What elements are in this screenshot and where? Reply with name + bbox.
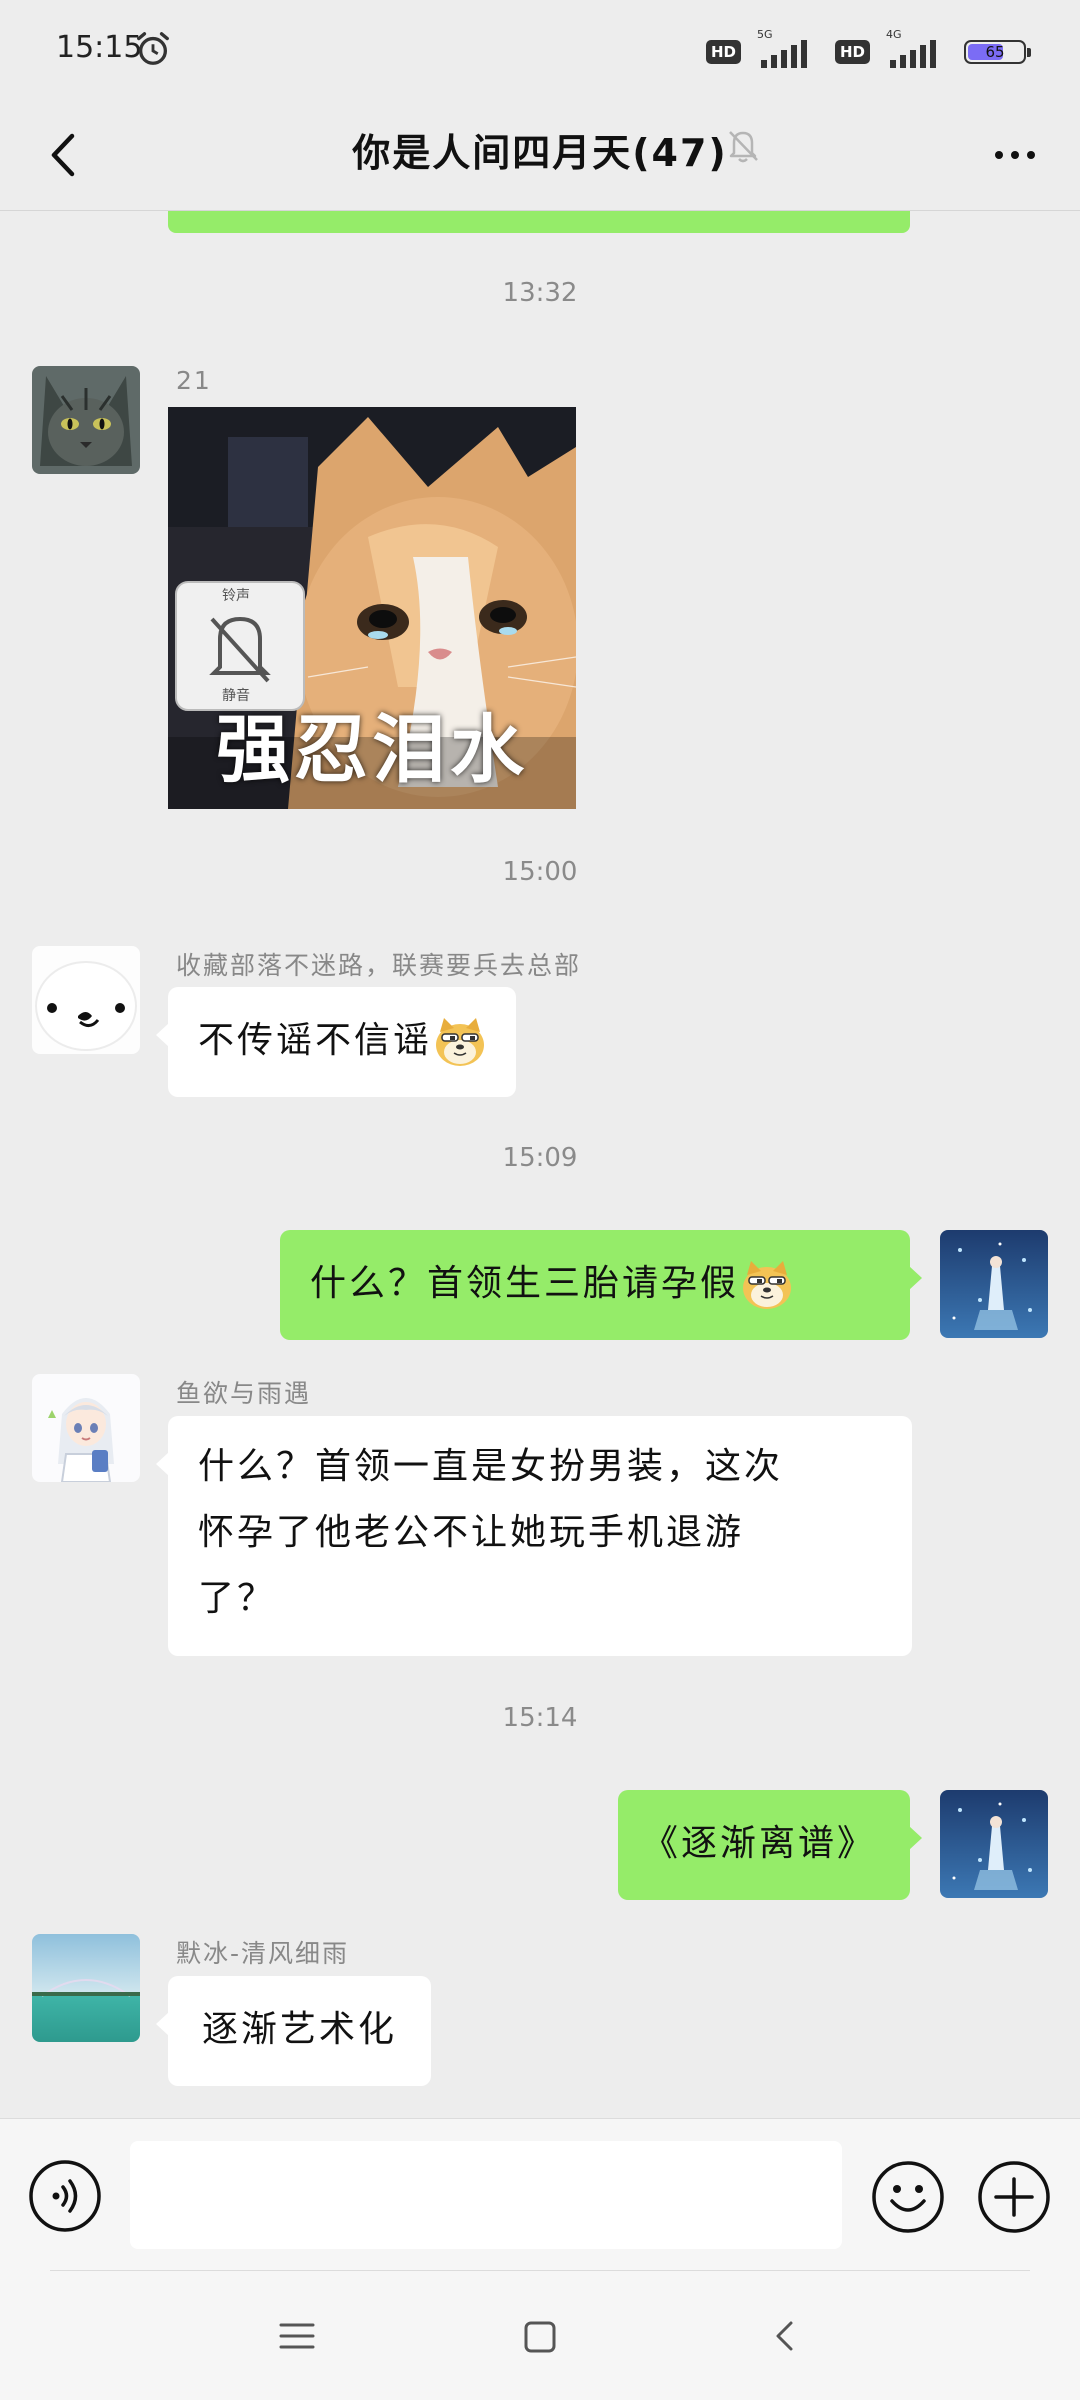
avatar[interactable] <box>32 1934 140 2042</box>
my-avatar[interactable] <box>940 1790 1048 1898</box>
message-text: 逐渐艺术化 <box>202 2009 398 2050</box>
chat-title[interactable]: 你是人间四月天(47) <box>0 122 1080 177</box>
message-bubble-outgoing[interactable]: 什么？首领生三胎请孕假 <box>280 1230 922 1340</box>
home-icon[interactable] <box>514 2311 566 2363</box>
chat-messages[interactable]: 13:32 21 铃声 静音 强忍泪水 15:00 收藏部落不迷路，联赛要兵去总… <box>0 211 1080 2117</box>
status-time: 15:15 <box>56 30 143 65</box>
sender-name: 21 <box>176 366 212 395</box>
message-text: 《逐渐离谱》 <box>642 1823 877 1864</box>
alarm-icon <box>137 32 169 65</box>
avatar[interactable] <box>32 366 140 474</box>
message-text-line: 什么？首领一直是女扮男装，这次 <box>198 1446 784 1487</box>
sticker-image[interactable]: 铃声 静音 强忍泪水 <box>168 407 576 809</box>
back-icon[interactable] <box>760 2311 810 2361</box>
system-nav-bar <box>0 2271 1080 2400</box>
voice-icon[interactable] <box>28 2159 102 2233</box>
sticker-icon-top: 铃声 <box>222 588 250 604</box>
message-bubble[interactable]: 不传谣不信谣 <box>156 987 517 1097</box>
chat-header: 你是人间四月天(47) <box>0 100 1080 211</box>
message-bubble-outgoing[interactable]: 《逐渐离谱》 <box>618 1790 922 1900</box>
sender-name: 收藏部落不迷路，联赛要兵去总部 <box>176 951 582 980</box>
timestamp: 15:00 <box>502 857 578 887</box>
avatar[interactable] <box>32 1374 140 1482</box>
hd-badge: HD <box>705 40 741 64</box>
avatar[interactable] <box>32 946 140 1054</box>
message-text: 什么？首领生三胎请孕假 <box>310 1263 740 1304</box>
input-bar <box>0 2118 1080 2271</box>
sender-name: 默冰-清风细雨 <box>176 1939 350 1968</box>
battery-level: 65 <box>985 43 1005 61</box>
more-dots-icon[interactable] <box>980 120 1050 190</box>
status-bar: 15:15 HD 5G HD 4G 65 <box>0 0 1080 100</box>
message-text-line: 怀孕了他老公不让她玩手机退游 <box>198 1512 745 1553</box>
battery-icon: 65 <box>964 40 1031 64</box>
bell-off-icon <box>729 131 758 163</box>
message-input[interactable] <box>130 2141 842 2249</box>
signal-5g-icon: 5G <box>751 28 825 70</box>
sender-name: 鱼欲与雨遇 <box>176 1379 312 1408</box>
timestamp: 15:09 <box>502 1143 578 1173</box>
my-avatar[interactable] <box>940 1230 1048 1338</box>
status-icons: HD 5G HD 4G 65 <box>705 28 1031 72</box>
signal-4g-icon: 4G <box>880 28 954 70</box>
message-bubble[interactable]: 逐渐艺术化 <box>156 1976 432 2086</box>
message-bubble[interactable]: 什么？首领一直是女扮男装，这次 怀孕了他老公不让她玩手机退游 了？ <box>156 1416 912 1656</box>
plus-icon[interactable] <box>976 2159 1052 2235</box>
menu-icon[interactable] <box>272 2311 322 2361</box>
sticker-caption: 强忍泪水 <box>216 707 528 793</box>
hd-badge-2: HD <box>834 40 870 64</box>
timestamp: 15:14 <box>502 1703 578 1733</box>
partial-outgoing-bubble[interactable] <box>168 211 910 233</box>
message-text: 不传谣不信谣 <box>198 1020 433 1061</box>
doge-emoji-icon <box>743 1261 792 1309</box>
smiley-icon[interactable] <box>870 2159 946 2235</box>
message-text-line: 了？ <box>198 1578 277 1619</box>
timestamp: 13:32 <box>502 278 578 308</box>
doge-emoji-icon <box>436 1018 485 1066</box>
